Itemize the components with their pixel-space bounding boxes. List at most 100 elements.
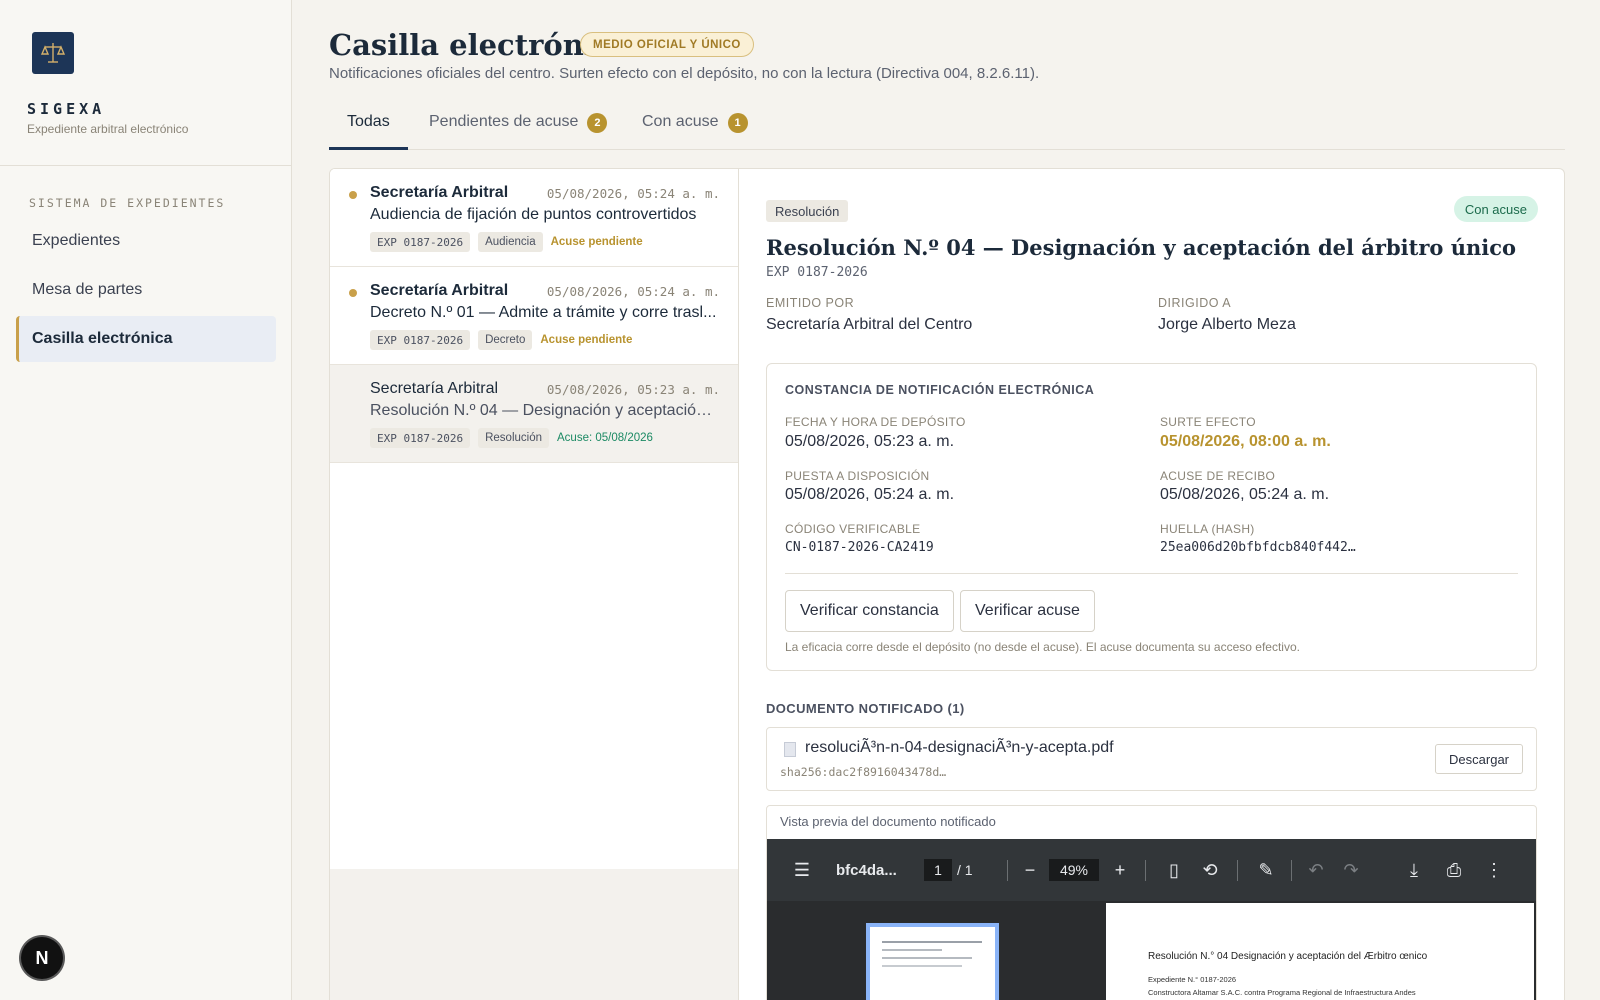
ack-status: Acuse: 05/08/2026 [557,432,653,444]
download-button[interactable]: Descargar [1435,744,1523,774]
receipt-value: 05/08/2026, 05:24 a. m. [1160,486,1330,503]
pdf-viewer-toolbar: ☰ bfc4da... 1 / 1 − 49% + ▯ ⟲ ✎ ↶ ↷ ⤓ ⎙ … [767,839,1536,901]
page-subtitle: Notificaciones oficiales del centro. Sur… [329,65,1040,82]
detail-exp: EXP 0187-2026 [766,265,868,280]
notification-sender: Secretaría Arbitral [370,380,499,397]
sidebar-section-label: SISTEMA DE EXPEDIENTES [29,196,226,210]
sidebar-item-casilla-electronica[interactable]: Casilla electrónica [16,316,276,362]
pdf-page-heading: Resolución N.° 04 Designación y aceptaci… [1148,951,1428,962]
effect-value: 05/08/2026, 08:00 a. m. [1160,433,1331,450]
available-label: PUESTA A DISPOSICIÓN [785,469,930,483]
tab-label: Todas [347,113,390,130]
ack-status: Acuse pendiente [550,236,643,248]
inbox-panel: Secretaría Arbitral 05/08/2026, 05:24 a.… [329,168,1565,1000]
ack-status-badge: Con acuse [1453,196,1538,222]
dev-tools-n-icon[interactable]: N [21,937,63,979]
toolbar-separator [1237,860,1238,881]
pdf-viewer-body: Resolución N.° 04 Designación y aceptaci… [767,901,1536,1000]
type-tag: Decreto [478,330,533,350]
tab-count-badge: 1 [727,113,748,133]
verifiable-code: CN-0187-2026-CA2419 [785,540,934,555]
toolbar-separator [1007,860,1008,881]
unread-dot-icon [349,191,357,199]
more-options-icon[interactable]: ⋮ [1483,859,1505,881]
download-icon[interactable]: ⤓ [1403,859,1425,881]
notification-certificate: CONSTANCIA DE NOTIFICACIÓN ELECTRÓNICA F… [766,363,1537,671]
document-attachment: resoluciÃ³n-n-04-designaciÃ³n-y-acepta.p… [766,727,1537,791]
toolbar-separator [1291,860,1292,881]
document-preview: Vista previa del documento notificado ☰ … [766,805,1537,1000]
notification-item-selected[interactable]: Secretaría Arbitral 05/08/2026, 05:23 a.… [330,365,738,463]
exp-tag: EXP 0187-2026 [370,428,471,448]
page-thumbnail[interactable] [866,923,999,1000]
ack-status: Acuse pendiente [540,334,633,346]
tab-pendientes-de-acuse[interactable]: Pendientes de acuse 2 [429,113,608,150]
certificate-note: La eficacia corre desde el depósito (no … [785,640,1300,654]
page-number-input[interactable]: 1 [924,859,952,881]
deposit-label: FECHA Y HORA DE DEPÓSITO [785,415,966,429]
notification-detail: Resolución Con acuse Resolución N.º 04 —… [739,169,1564,1000]
type-tag: Audiencia [478,232,543,252]
toolbar-separator [1145,860,1146,881]
certificate-divider [785,573,1518,574]
menu-icon[interactable]: ☰ [791,859,813,881]
undo-icon[interactable]: ↶ [1305,859,1327,881]
verify-ack-button[interactable]: Verificar acuse [960,590,1095,632]
sidebar-item-mesa-de-partes[interactable]: Mesa de partes [16,267,276,313]
print-icon[interactable]: ⎙ [1443,859,1465,881]
zoom-level[interactable]: 49% [1049,859,1099,881]
notification-subject: Resolución N.º 04 — Designación y acepta… [370,402,720,419]
zoom-in-icon[interactable]: + [1109,859,1131,881]
notification-list: Secretaría Arbitral 05/08/2026, 05:24 a.… [330,169,739,1000]
rotate-icon[interactable]: ⟲ [1199,859,1221,881]
tab-count-badge: 2 [587,113,608,133]
exp-tag: EXP 0187-2026 [370,232,471,252]
tab-bar: Todas Pendientes de acuse 2 Con acuse 1 [329,113,1565,150]
notification-subject: Decreto N.º 01 — Admite a trámite y corr… [370,304,717,321]
pdf-page: Resolución N.° 04 Designación y aceptaci… [1106,903,1534,1000]
addressed-to-value: Jorge Alberto Meza [1158,316,1296,333]
pdf-title: bfc4da... [836,861,897,879]
addressed-to-label: DIRIGIDO A [1158,296,1232,310]
sidebar-divider [0,165,292,166]
tab-label: Con acuse [642,113,719,130]
notification-date: 05/08/2026, 05:23 a. m. [546,382,720,397]
notification-sender: Secretaría Arbitral [370,282,509,299]
notification-subject: Audiencia de fijación de puntos controve… [370,206,697,223]
sidebar-item-expedientes[interactable]: Expedientes [16,218,276,264]
document-hash: sha256:dac2f8916043478d… [780,765,947,779]
unread-dot-icon [349,289,357,297]
hash-value: 25ea006d20bfbfdcb840f442… [1160,540,1356,555]
fit-page-icon[interactable]: ▯ [1163,859,1185,881]
zoom-out-icon[interactable]: − [1019,859,1041,881]
notification-item[interactable]: Secretaría Arbitral 05/08/2026, 05:24 a.… [330,267,738,365]
document-filename[interactable]: resoluciÃ³n-n-04-designaciÃ³n-y-acepta.p… [805,739,1114,757]
official-medium-badge: MEDIO OFICIAL Y ÚNICO [580,32,754,57]
redo-icon[interactable]: ↷ [1340,859,1362,881]
detail-title: Resolución N.º 04 — Designación y acepta… [766,235,1517,260]
scales-logo-icon [32,32,74,74]
issued-by-label: EMITIDO POR [766,296,855,310]
notification-item[interactable]: Secretaría Arbitral 05/08/2026, 05:24 a.… [330,169,738,267]
brand-subtitle: Expediente arbitral electrónico [27,122,189,136]
preview-label: Vista previa del documento notificado [780,814,996,829]
document-heading: DOCUMENTO NOTIFICADO (1) [766,701,965,716]
deposit-value: 05/08/2026, 05:23 a. m. [785,433,955,450]
notification-date: 05/08/2026, 05:24 a. m. [546,284,720,299]
issued-by-value: Secretaría Arbitral del Centro [766,316,973,333]
file-icon [784,742,796,757]
verify-certificate-button[interactable]: Verificar constancia [785,590,954,632]
annotate-icon[interactable]: ✎ [1255,859,1277,881]
receipt-label: ACUSE DE RECIBO [1160,469,1276,483]
exp-tag: EXP 0187-2026 [370,330,471,350]
effect-label: SURTE EFECTO [1160,415,1256,429]
detail-type-badge: Resolución [766,200,849,222]
tab-todas[interactable]: Todas [329,113,408,150]
tab-label: Pendientes de acuse [429,113,579,130]
sidebar: SIGEXA Expediente arbitral electrónico S… [0,0,292,1000]
pdf-page-line: Constructora Altamar S.A.C. contra Progr… [1148,988,1416,997]
certificate-title: CONSTANCIA DE NOTIFICACIÓN ELECTRÓNICA [785,383,1095,397]
code-label: CÓDIGO VERIFICABLE [785,522,921,536]
tab-con-acuse[interactable]: Con acuse 1 [642,113,748,150]
available-value: 05/08/2026, 05:24 a. m. [785,486,955,503]
